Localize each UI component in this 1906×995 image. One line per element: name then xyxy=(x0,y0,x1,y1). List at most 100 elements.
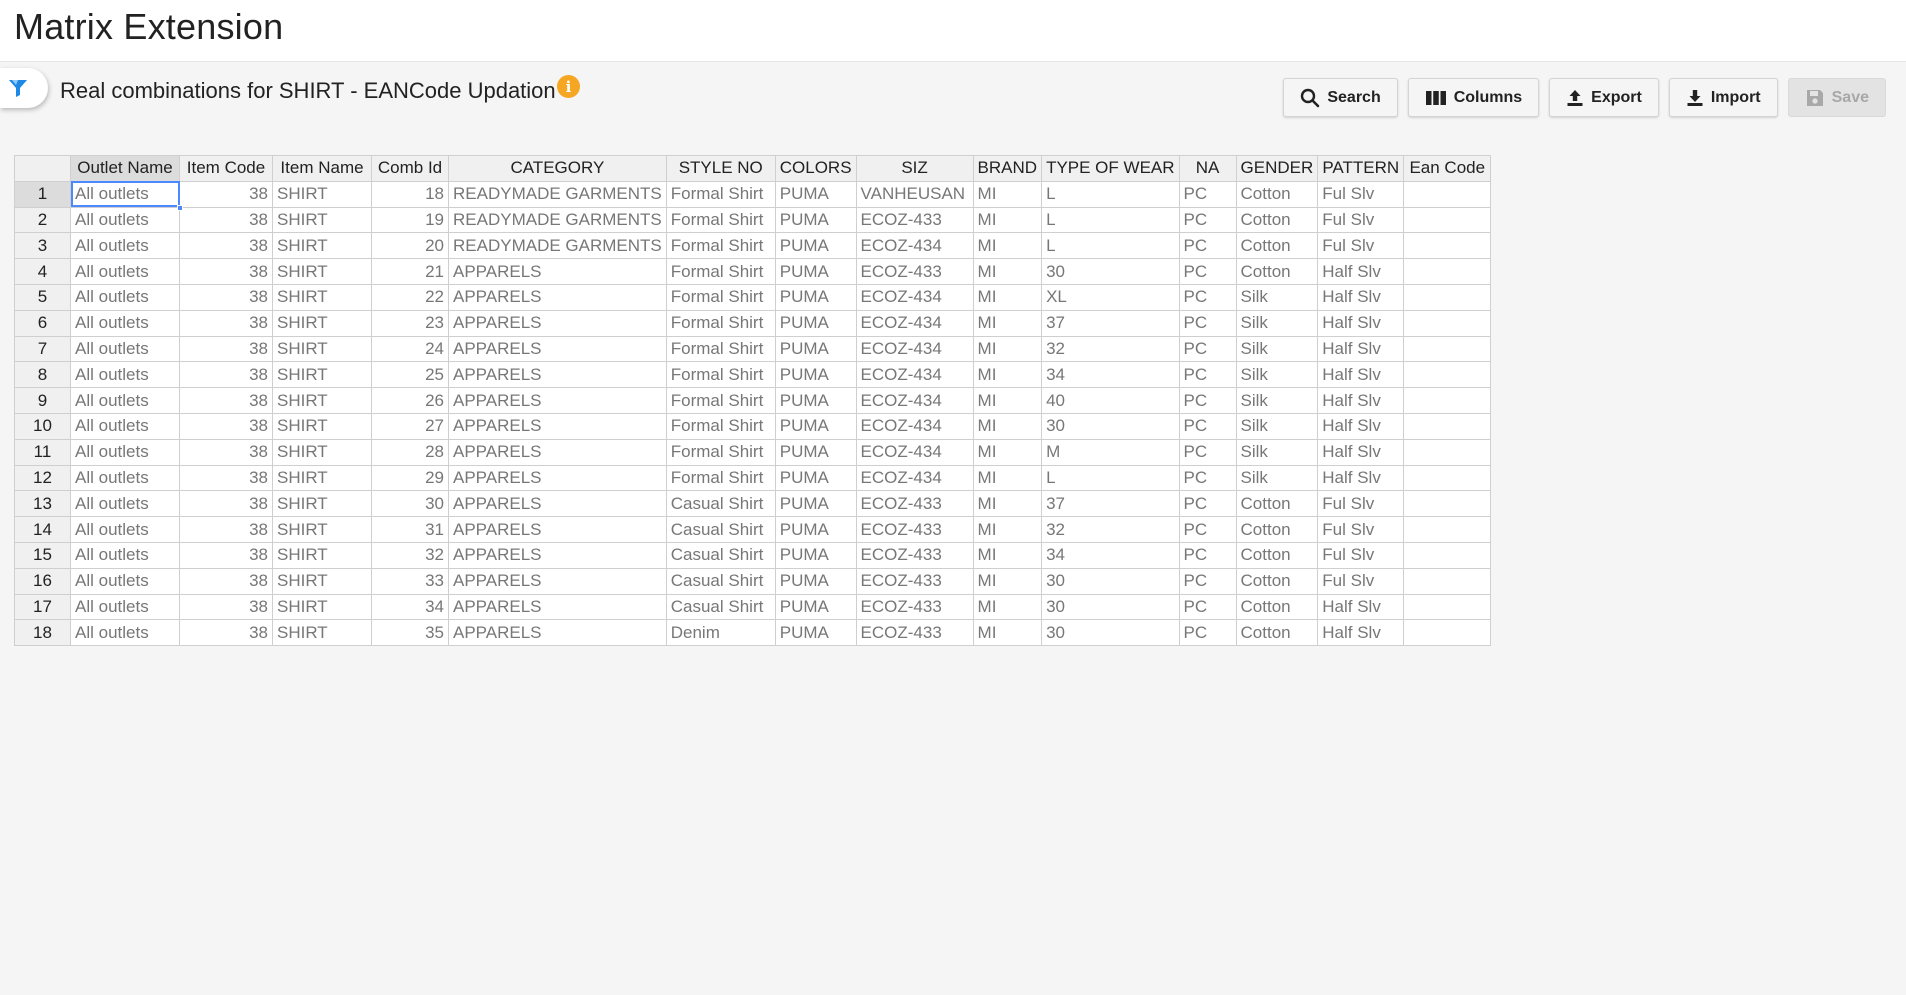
cell-comb-id[interactable]: 23 xyxy=(371,309,449,337)
cell-style-no[interactable]: Formal Shirt xyxy=(665,258,776,285)
cell-ean-code[interactable] xyxy=(1403,541,1492,569)
cell-siz[interactable]: ECOZ-434 xyxy=(855,283,974,311)
cell-ean-code[interactable] xyxy=(1403,619,1492,647)
cell-type-of-wear[interactable]: 32 xyxy=(1041,516,1180,543)
cell-item-code[interactable]: 38 xyxy=(179,464,273,492)
cell-outlet-name[interactable]: All outlets xyxy=(70,490,180,518)
cell-pattern[interactable]: Half Slv xyxy=(1317,412,1405,440)
cell-item-name[interactable]: SHIRT xyxy=(272,464,372,492)
cell-siz[interactable]: ECOZ-434 xyxy=(855,232,974,260)
info-icon[interactable]: i xyxy=(557,75,580,98)
cell-gender[interactable]: Cotton xyxy=(1235,593,1319,621)
cell-na[interactable]: PC xyxy=(1178,541,1237,569)
cell-gender[interactable]: Cotton xyxy=(1235,541,1319,569)
cell-gender[interactable]: Silk xyxy=(1235,361,1319,389)
cell-comb-id[interactable]: 19 xyxy=(371,206,449,234)
cell-pattern[interactable]: Half Slv xyxy=(1317,619,1405,647)
cell-comb-id[interactable]: 26 xyxy=(371,387,449,414)
col-header-style-no[interactable]: STYLE NO xyxy=(665,155,776,182)
cell-brand[interactable]: MI xyxy=(972,412,1043,440)
cell-brand[interactable]: MI xyxy=(972,516,1043,543)
cell-outlet-name[interactable]: All outlets xyxy=(70,541,180,569)
cell-pattern[interactable]: Half Slv xyxy=(1317,438,1405,466)
columns-button[interactable]: Columns xyxy=(1407,78,1540,117)
cell-category[interactable]: READYMADE GARMENTS xyxy=(448,206,667,234)
cell-brand[interactable]: MI xyxy=(972,490,1043,518)
cell-type-of-wear[interactable]: L xyxy=(1041,464,1180,492)
cell-item-code[interactable]: 38 xyxy=(179,387,273,414)
cell-item-code[interactable]: 38 xyxy=(179,232,273,260)
cell-ean-code[interactable] xyxy=(1403,206,1492,234)
cell-type-of-wear[interactable]: 30 xyxy=(1041,258,1180,285)
cell-pattern[interactable]: Half Slv xyxy=(1317,464,1405,492)
row-header[interactable]: 17 xyxy=(14,593,71,621)
cell-colors[interactable]: PUMA xyxy=(774,387,857,414)
cell-colors[interactable]: PUMA xyxy=(774,283,857,311)
cell-item-code[interactable]: 38 xyxy=(179,516,273,543)
cell-siz[interactable]: ECOZ-433 xyxy=(855,541,974,569)
cell-colors[interactable]: PUMA xyxy=(774,490,857,518)
cell-gender[interactable]: Cotton xyxy=(1235,258,1319,285)
cell-style-no[interactable]: Formal Shirt xyxy=(665,309,776,337)
cell-brand[interactable]: MI xyxy=(972,232,1043,260)
cell-brand[interactable]: MI xyxy=(972,541,1043,569)
cell-category[interactable]: APPARELS xyxy=(448,412,667,440)
cell-outlet-name[interactable]: All outlets xyxy=(70,412,180,440)
cell-pattern[interactable]: Half Slv xyxy=(1317,335,1405,363)
cell-gender[interactable]: Cotton xyxy=(1235,619,1319,647)
row-header[interactable]: 6 xyxy=(14,309,71,337)
cell-siz[interactable]: ECOZ-433 xyxy=(855,490,974,518)
cell-brand[interactable]: MI xyxy=(972,567,1043,595)
cell-colors[interactable]: PUMA xyxy=(774,335,857,363)
cell-colors[interactable]: PUMA xyxy=(774,309,857,337)
cell-item-code[interactable]: 38 xyxy=(179,593,273,621)
cell-category[interactable]: APPARELS xyxy=(448,464,667,492)
cell-siz[interactable]: VANHEUSAN xyxy=(855,180,974,208)
cell-type-of-wear[interactable]: L xyxy=(1041,232,1180,260)
cell-comb-id[interactable]: 29 xyxy=(371,464,449,492)
cell-siz[interactable]: ECOZ-433 xyxy=(855,206,974,234)
cell-item-name[interactable]: SHIRT xyxy=(272,258,372,285)
row-header[interactable]: 1 xyxy=(14,180,71,208)
cell-item-code[interactable]: 38 xyxy=(179,258,273,285)
cell-colors[interactable]: PUMA xyxy=(774,619,857,647)
cell-outlet-name[interactable]: All outlets xyxy=(70,232,180,260)
cell-type-of-wear[interactable]: 34 xyxy=(1041,361,1180,389)
cell-item-name[interactable]: SHIRT xyxy=(272,180,372,208)
cell-ean-code[interactable] xyxy=(1403,335,1492,363)
cell-na[interactable]: PC xyxy=(1178,283,1237,311)
row-header[interactable]: 14 xyxy=(14,516,71,543)
cell-brand[interactable]: MI xyxy=(972,258,1043,285)
cell-siz[interactable]: ECOZ-434 xyxy=(855,309,974,337)
fill-handle[interactable] xyxy=(177,204,183,211)
cell-type-of-wear[interactable]: 30 xyxy=(1041,567,1180,595)
cell-type-of-wear[interactable]: XL xyxy=(1041,283,1180,311)
cell-gender[interactable]: Silk xyxy=(1235,412,1319,440)
cell-item-name[interactable]: SHIRT xyxy=(272,232,372,260)
cell-category[interactable]: APPARELS xyxy=(448,619,667,647)
cell-pattern[interactable]: Half Slv xyxy=(1317,387,1405,414)
row-header[interactable]: 10 xyxy=(14,412,71,440)
cell-item-name[interactable]: SHIRT xyxy=(272,309,372,337)
cell-type-of-wear[interactable]: 37 xyxy=(1041,490,1180,518)
cell-brand[interactable]: MI xyxy=(972,309,1043,337)
row-header[interactable]: 11 xyxy=(14,438,71,466)
cell-comb-id[interactable]: 34 xyxy=(371,593,449,621)
cell-outlet-name[interactable]: All outlets xyxy=(70,335,180,363)
cell-style-no[interactable]: Formal Shirt xyxy=(665,438,776,466)
col-header-pattern[interactable]: PATTERN xyxy=(1317,155,1405,182)
cell-category[interactable]: APPARELS xyxy=(448,258,667,285)
cell-gender[interactable]: Silk xyxy=(1235,335,1319,363)
cell-ean-code[interactable] xyxy=(1403,567,1492,595)
cell-colors[interactable]: PUMA xyxy=(774,593,857,621)
cell-comb-id[interactable]: 24 xyxy=(371,335,449,363)
cell-comb-id[interactable]: 20 xyxy=(371,232,449,260)
cell-na[interactable]: PC xyxy=(1178,309,1237,337)
cell-outlet-name[interactable]: All outlets xyxy=(70,438,180,466)
col-header-outlet-name[interactable]: Outlet Name xyxy=(70,155,180,182)
filter-toggle-button[interactable] xyxy=(0,68,48,108)
cell-brand[interactable]: MI xyxy=(972,593,1043,621)
cell-pattern[interactable]: Ful Slv xyxy=(1317,541,1405,569)
cell-item-code[interactable]: 38 xyxy=(179,283,273,311)
cell-outlet-name[interactable]: All outlets xyxy=(70,258,180,285)
